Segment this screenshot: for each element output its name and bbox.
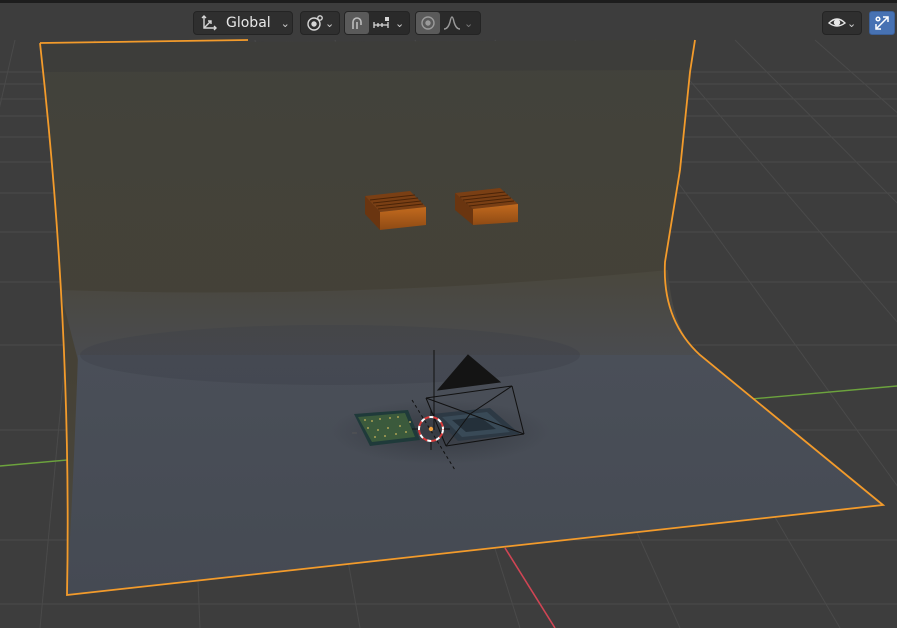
visibility-dropdown[interactable]: ⌄ bbox=[822, 11, 862, 35]
chevron-down-icon: ⌄ bbox=[847, 16, 857, 30]
3d-viewport[interactable] bbox=[0, 0, 897, 628]
header-top-edge bbox=[0, 0, 897, 3]
orientation-label: Global bbox=[226, 15, 271, 31]
backdrop[interactable] bbox=[39, 39, 886, 597]
x-axis-line bbox=[504, 547, 556, 628]
eye-icon bbox=[827, 12, 847, 34]
chevron-down-icon[interactable]: ⌄ bbox=[395, 18, 404, 29]
chevron-down-icon[interactable]: ⌄ bbox=[464, 18, 473, 29]
gizmo-toggle-button[interactable] bbox=[869, 11, 895, 35]
proportional-editing-group: ⌄ bbox=[415, 11, 481, 35]
transform-orientation-dropdown[interactable]: Global ⌄ bbox=[193, 11, 293, 35]
pivot-point-icon bbox=[305, 12, 325, 34]
magnet-icon[interactable] bbox=[345, 12, 369, 34]
pivot-point-dropdown[interactable]: ⌄ bbox=[300, 11, 340, 35]
snapping-group: ⌄ bbox=[344, 11, 410, 35]
proportional-edit-icon[interactable] bbox=[416, 12, 440, 34]
falloff-curve-icon[interactable] bbox=[440, 12, 464, 34]
orientation-gizmo-icon bbox=[200, 12, 218, 34]
chevron-down-icon: ⌄ bbox=[325, 16, 335, 30]
snap-increment-icon[interactable] bbox=[369, 12, 395, 34]
gizmo-arrows-icon bbox=[870, 12, 894, 34]
chevron-down-icon: ⌄ bbox=[280, 16, 290, 30]
